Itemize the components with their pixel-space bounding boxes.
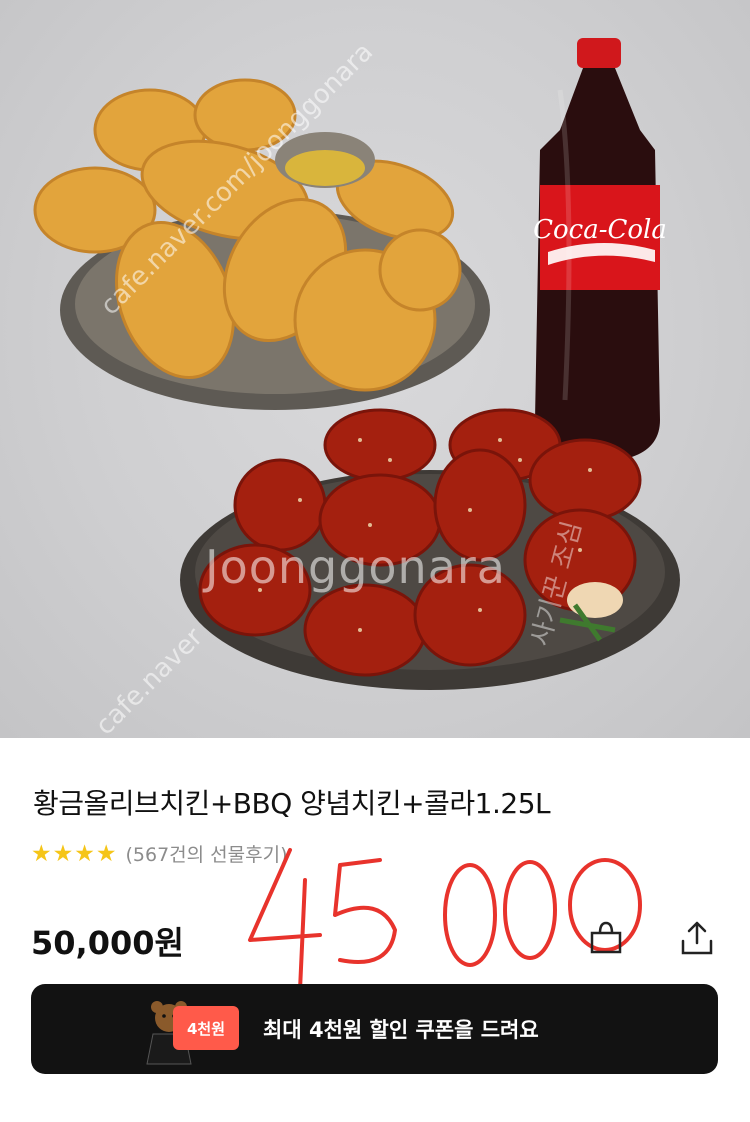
product-title: 황금올리브치킨+BBQ 양념치킨+콜라1.25L — [33, 787, 551, 820]
cola-bottle: Coca-Cola — [533, 38, 667, 462]
star-icon: ★ — [31, 840, 52, 867]
svg-text:45000: 45000 — [230, 840, 234, 841]
product-image: Coca-Cola Joonggonara cafe.naver.com/joo… — [0, 0, 750, 738]
coupon-tag: 4천원 — [173, 1006, 239, 1050]
coupon-button[interactable]: 4천원 최대 4천원 할인 쿠폰을 드려요 — [31, 984, 718, 1074]
svg-text:Coca-Cola: Coca-Cola — [533, 215, 667, 245]
star-icon: ★ — [52, 840, 74, 867]
share-icon[interactable] — [675, 916, 719, 960]
food-illustration: Coca-Cola — [33, 38, 680, 690]
watermark-center: Joonggonara — [205, 540, 506, 594]
coupon-text: 최대 4천원 할인 쿠폰을 드려요 — [263, 1018, 539, 1042]
star-icon: ★ — [95, 840, 117, 867]
price: 50,000원 — [31, 924, 184, 962]
star-icon: ★ — [74, 840, 95, 867]
gift-bag-icon[interactable] — [584, 916, 628, 960]
